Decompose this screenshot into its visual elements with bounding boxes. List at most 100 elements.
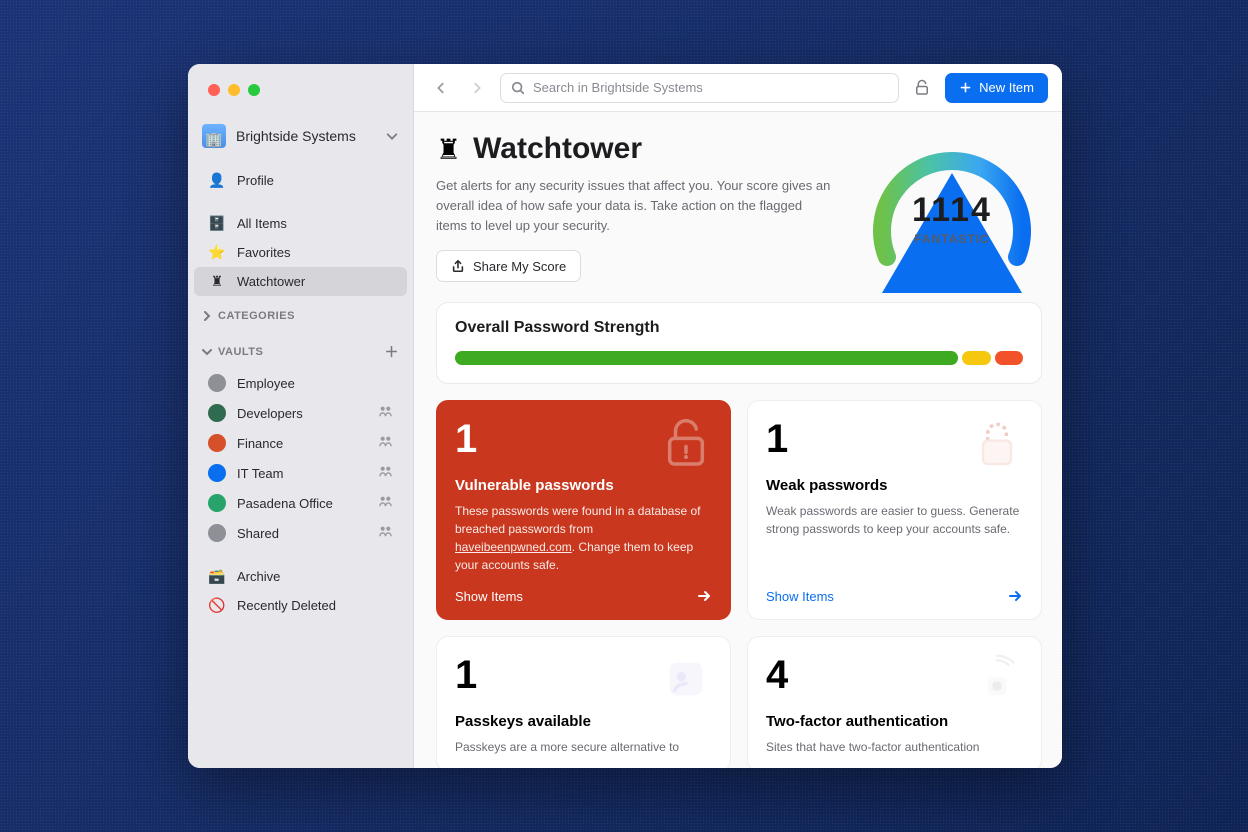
- strength-segment-weak: [995, 351, 1023, 365]
- trash-icon: 🚫: [208, 597, 226, 614]
- unlock-alert-icon: [658, 415, 714, 471]
- strength-segment-medium: [962, 351, 990, 365]
- vault-label: Developers: [237, 406, 303, 421]
- watchtower-hero: ♜ Watchtower Get alerts for any security…: [436, 132, 1042, 282]
- share-icon: [451, 259, 465, 273]
- vault-label: IT Team: [237, 466, 283, 481]
- arrow-right-icon: [1007, 588, 1023, 604]
- section-label: CATEGORIES: [218, 310, 295, 322]
- vault-item-shared[interactable]: Shared: [194, 518, 407, 548]
- weak-title: Weak passwords: [766, 477, 1023, 494]
- passkeys-description: Passkeys are a more secure alternative t…: [455, 738, 712, 756]
- tower-icon: ♜: [208, 273, 226, 290]
- add-vault-button[interactable]: ＋: [385, 342, 400, 362]
- tower-icon: ♜: [436, 133, 461, 166]
- star-icon: ⭐: [208, 244, 226, 261]
- arrow-right-icon: [470, 81, 484, 95]
- minimize-window-button[interactable]: [228, 84, 240, 96]
- passkeys-card[interactable]: 1 Passkeys available Passkeys are a more…: [436, 636, 731, 768]
- sidebar-item-profile[interactable]: 👤 Profile: [194, 166, 407, 195]
- shared-icon: [378, 524, 393, 542]
- plus-icon: [959, 81, 972, 94]
- twofa-card[interactable]: 4 Two-factor authentication Sites that h…: [747, 636, 1042, 768]
- strength-segment-strong: [455, 351, 958, 365]
- shared-icon: [378, 464, 393, 482]
- vault-icon: [208, 494, 226, 512]
- sidebar-item-watchtower[interactable]: ♜ Watchtower: [194, 267, 407, 296]
- passkey-icon: [658, 651, 714, 707]
- app-window: 🏢 Brightside Systems 👤 Profile 🗄️ All It…: [188, 64, 1062, 768]
- maximize-window-button[interactable]: [248, 84, 260, 96]
- arrow-right-icon: [696, 588, 712, 604]
- sidebar-item-label: Watchtower: [237, 274, 305, 289]
- vulnerable-passwords-card[interactable]: 1 Vulnerable passwords These passwords w…: [436, 400, 731, 620]
- strength-title: Overall Password Strength: [455, 319, 1023, 337]
- search-input[interactable]: Search in Brightside Systems: [500, 73, 899, 103]
- weak-description: Weak passwords are easier to guess. Gene…: [766, 502, 1023, 538]
- search-placeholder: Search in Brightside Systems: [533, 80, 703, 95]
- vault-item-developers[interactable]: Developers: [194, 398, 407, 428]
- window-controls: [188, 64, 413, 96]
- weak-passwords-card[interactable]: 1 Weak passwords Weak passwords are easi…: [747, 400, 1042, 620]
- show-items-button[interactable]: Show Items: [455, 574, 712, 604]
- forward-button[interactable]: [464, 75, 490, 101]
- close-window-button[interactable]: [208, 84, 220, 96]
- share-score-button[interactable]: Share My Score: [436, 250, 581, 282]
- new-item-button[interactable]: New Item: [945, 73, 1048, 103]
- account-switcher[interactable]: 🏢 Brightside Systems: [202, 124, 399, 148]
- account-name: Brightside Systems: [236, 128, 375, 144]
- profile-icon: 👤: [208, 172, 226, 189]
- categories-section-header[interactable]: CATEGORIES: [188, 296, 413, 328]
- vault-item-it-team[interactable]: IT Team: [194, 458, 407, 488]
- passkeys-title: Passkeys available: [455, 713, 712, 730]
- vulnerable-title: Vulnerable passwords: [455, 477, 712, 494]
- sidebar-item-label: Profile: [237, 173, 274, 188]
- score-value: 1114: [862, 191, 1042, 230]
- sidebar-item-favorites[interactable]: ⭐ Favorites: [194, 238, 407, 267]
- chevron-right-icon: [202, 311, 212, 321]
- vault-icon: [208, 404, 226, 422]
- share-score-label: Share My Score: [473, 259, 566, 274]
- sidebar-item-archive[interactable]: 🗃️ Archive: [194, 562, 407, 591]
- vault-icon: [208, 374, 226, 392]
- sidebar-item-label: Favorites: [237, 245, 290, 260]
- vault-label: Finance: [237, 436, 283, 451]
- twofa-icon: [969, 651, 1025, 707]
- search-icon: [511, 81, 525, 95]
- toolbar: Search in Brightside Systems New Item: [414, 64, 1062, 112]
- content-area: ♜ Watchtower Get alerts for any security…: [414, 112, 1062, 768]
- sidebar: 🏢 Brightside Systems 👤 Profile 🗄️ All It…: [188, 64, 414, 768]
- sidebar-item-all-items[interactable]: 🗄️ All Items: [194, 209, 407, 238]
- vulnerable-description: These passwords were found in a database…: [455, 502, 712, 574]
- vault-item-finance[interactable]: Finance: [194, 428, 407, 458]
- chevron-down-icon: [385, 129, 399, 143]
- lock-open-icon: [913, 79, 931, 97]
- main-pane: Search in Brightside Systems New Item ♜ …: [414, 64, 1062, 768]
- twofa-title: Two-factor authentication: [766, 713, 1023, 730]
- vaults-section-header[interactable]: VAULTS ＋: [188, 328, 413, 368]
- vault-icon: [208, 524, 226, 542]
- vault-label: Employee: [237, 376, 295, 391]
- inbox-icon: 🗄️: [208, 215, 226, 232]
- page-title: Watchtower: [473, 132, 642, 166]
- archive-icon: 🗃️: [208, 568, 226, 585]
- vault-icon: [208, 464, 226, 482]
- twofa-description: Sites that have two-factor authenticatio…: [766, 738, 1023, 756]
- lock-button[interactable]: [909, 75, 935, 101]
- sidebar-item-recently-deleted[interactable]: 🚫 Recently Deleted: [194, 591, 407, 620]
- shared-icon: [378, 434, 393, 452]
- show-items-button[interactable]: Show Items: [766, 574, 1023, 604]
- section-label: VAULTS: [218, 346, 263, 358]
- score-gauge: 1114 FANTASTIC: [862, 132, 1042, 282]
- shared-icon: [378, 494, 393, 512]
- page-description: Get alerts for any security issues that …: [436, 176, 836, 236]
- back-button[interactable]: [428, 75, 454, 101]
- sidebar-item-label: Archive: [237, 569, 280, 584]
- arrow-left-icon: [434, 81, 448, 95]
- weak-lock-icon: [969, 415, 1025, 471]
- vault-item-pasadena-office[interactable]: Pasadena Office: [194, 488, 407, 518]
- strength-bar: [455, 351, 1023, 365]
- hibp-link[interactable]: haveibeenpwned.com: [455, 540, 572, 554]
- shared-icon: [378, 404, 393, 422]
- vault-item-employee[interactable]: Employee: [194, 368, 407, 398]
